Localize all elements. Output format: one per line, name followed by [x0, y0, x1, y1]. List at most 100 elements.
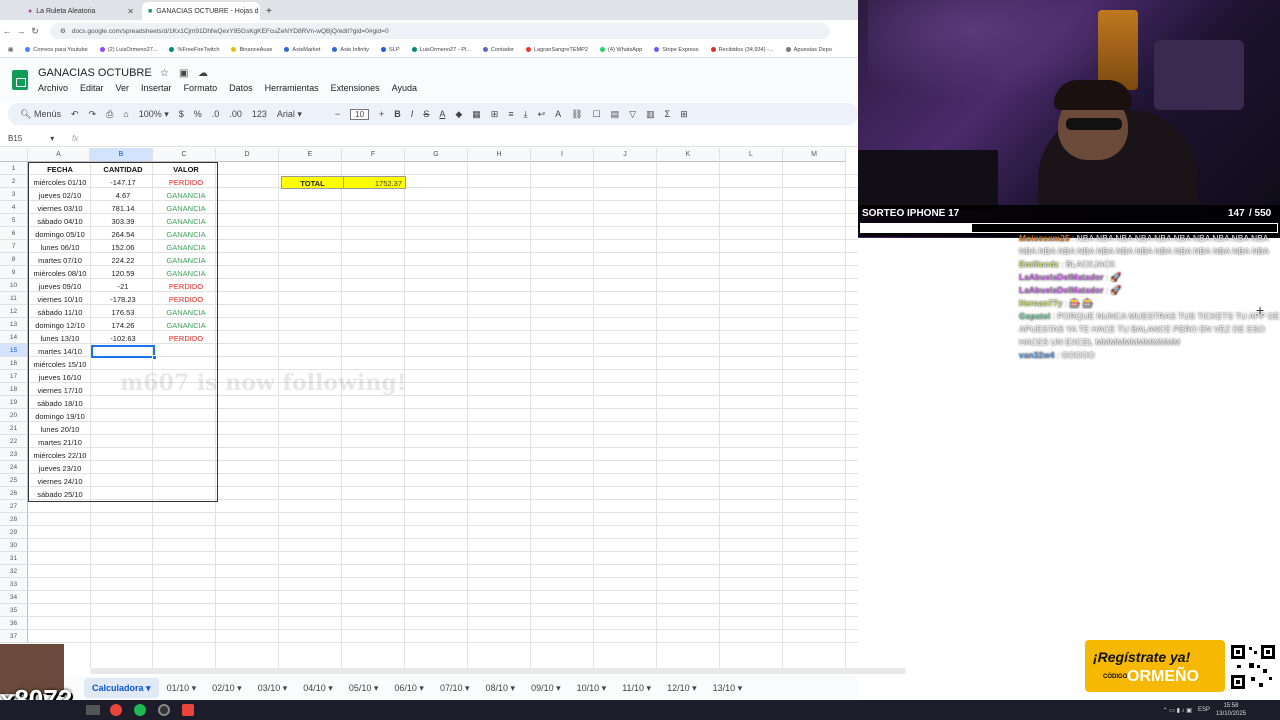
date-cell[interactable]: martes 14/10: [29, 345, 91, 358]
close-tab-icon[interactable]: ✕: [127, 7, 134, 16]
chevron-down-icon[interactable]: ▾: [189, 683, 197, 693]
back-icon[interactable]: ←: [0, 26, 14, 36]
insert-link-icon[interactable]: ⛓: [571, 109, 582, 120]
row-header[interactable]: 10: [0, 279, 28, 292]
row-header[interactable]: 32: [0, 565, 28, 578]
date-cell[interactable]: domingo 19/10: [29, 410, 91, 423]
chat-username[interactable]: LaAbuelaDelMatador: [1019, 285, 1104, 295]
chevron-down-icon[interactable]: ▾: [235, 683, 242, 693]
header-fecha[interactable]: FECHA: [29, 163, 91, 176]
font-select[interactable]: Arial ▾: [277, 109, 325, 120]
column-header-d[interactable]: D: [216, 148, 279, 162]
search-menus[interactable]: 🔍︎ Menús: [20, 109, 61, 120]
horizontal-align-icon[interactable]: ≡: [508, 109, 513, 119]
sheet-tab[interactable]: 13/10 ▾: [705, 678, 751, 698]
formula-input[interactable]: [78, 132, 858, 146]
column-header-c[interactable]: C: [153, 148, 216, 162]
bookmark[interactable]: %FreeFireTwitch: [169, 47, 219, 53]
date-cell[interactable]: viernes 17/10: [29, 384, 91, 397]
row-header[interactable]: 8: [0, 253, 28, 266]
column-header-e[interactable]: E: [279, 148, 342, 162]
row-header[interactable]: 24: [0, 461, 28, 474]
add-icon[interactable]: +: [1256, 302, 1264, 318]
chevron-down-icon[interactable]: ▾: [371, 683, 379, 693]
row-header[interactable]: 21: [0, 422, 28, 435]
date-cell[interactable]: miércoles 01/10: [29, 176, 91, 189]
menu-editar[interactable]: Editar: [80, 83, 104, 93]
date-cell[interactable]: martes 21/10: [29, 436, 91, 449]
column-header-k[interactable]: K: [657, 148, 720, 162]
amount-cell[interactable]: [92, 436, 154, 449]
url-field[interactable]: ⚙ docs.google.com/spreadsheets/d/1Kx1Cjm…: [50, 23, 830, 39]
status-cell[interactable]: GANANCIA: [155, 241, 217, 254]
chevron-down-icon[interactable]: ▾: [644, 683, 652, 693]
text-color-icon[interactable]: A: [439, 109, 445, 119]
chevron-down-icon[interactable]: ▾: [462, 683, 470, 693]
status-cell[interactable]: PERDIDO: [155, 332, 217, 345]
status-cell[interactable]: [155, 345, 217, 358]
column-header-i[interactable]: I: [531, 148, 594, 162]
status-cell[interactable]: [155, 410, 217, 423]
amount-cell[interactable]: 152.06: [92, 241, 154, 254]
bookmark[interactable]: Stripe Express: [654, 47, 699, 53]
chat-username[interactable]: Hernan77y: [1019, 298, 1062, 308]
header-valor[interactable]: VALOR: [155, 163, 217, 176]
horizontal-scrollbar[interactable]: [90, 668, 906, 674]
row-header[interactable]: 9: [0, 266, 28, 279]
italic-icon[interactable]: I: [411, 109, 414, 119]
row-header[interactable]: 28: [0, 513, 28, 526]
sheet-tab[interactable]: 05/10 ▾: [341, 678, 387, 698]
redo-icon[interactable]: ↷: [89, 109, 97, 120]
row-header[interactable]: 13: [0, 318, 28, 331]
date-cell[interactable]: sábado 04/10: [29, 215, 91, 228]
column-header-m[interactable]: M: [783, 148, 846, 162]
date-cell[interactable]: miércoles 22/10: [29, 449, 91, 462]
tray-icons[interactable]: ⌃ ▭ ▮ ♪ ▣: [1163, 707, 1192, 714]
amount-cell[interactable]: [92, 423, 154, 436]
chat-username[interactable]: LaAbuelaDelMatador: [1019, 272, 1104, 282]
sheet-tab[interactable]: 12/10 ▾: [659, 678, 705, 698]
amount-cell[interactable]: [92, 410, 154, 423]
select-all-corner[interactable]: [0, 148, 28, 162]
status-cell[interactable]: GANANCIA: [155, 254, 217, 267]
chevron-down-icon[interactable]: ▾: [690, 683, 697, 693]
date-cell[interactable]: miércoles 08/10: [29, 267, 91, 280]
selected-cell-b15[interactable]: [91, 345, 155, 358]
date-cell[interactable]: jueves 02/10: [29, 189, 91, 202]
row-header[interactable]: 30: [0, 539, 28, 552]
apps-icon[interactable]: ▦: [8, 47, 13, 53]
amount-cell[interactable]: 174.26: [92, 319, 154, 332]
font-size-input[interactable]: 10: [350, 108, 370, 120]
browser-tab-active[interactable]: ■ GANACIAS OCTUBRE - Hojas d ✕: [142, 2, 260, 20]
language-indicator[interactable]: ESP: [1198, 707, 1210, 713]
menu-insertar[interactable]: Insertar: [141, 83, 172, 93]
date-cell[interactable]: jueves 16/10: [29, 371, 91, 384]
amount-cell[interactable]: 264.54: [92, 228, 154, 241]
amount-cell[interactable]: 781.14: [92, 202, 154, 215]
decrease-decimal-button[interactable]: .0: [212, 109, 220, 119]
menu-ver[interactable]: Ver: [116, 83, 130, 93]
status-cell[interactable]: GANANCIA: [155, 228, 217, 241]
chrome-icon[interactable]: [110, 704, 122, 716]
reload-icon[interactable]: ↻: [28, 26, 42, 37]
date-cell[interactable]: sábado 11/10: [29, 306, 91, 319]
status-cell[interactable]: GANANCIA: [155, 202, 217, 215]
chevron-down-icon[interactable]: ▾: [417, 683, 424, 693]
undo-icon[interactable]: ↶: [71, 109, 79, 120]
font-size-increase-icon[interactable]: +: [379, 109, 384, 119]
amount-cell[interactable]: -102.63: [92, 332, 154, 345]
sheet-tab[interactable]: 04/10 ▾: [295, 678, 341, 698]
increase-decimal-button[interactable]: .00: [229, 109, 242, 119]
row-header[interactable]: 5: [0, 214, 28, 227]
spreadsheet-grid[interactable]: ABCDEFGHIJKLM 1 2 3 4 5 6 7 8 9 10 11 12 13 14 15 16 17 1…: [0, 148, 858, 668]
row-header[interactable]: 23: [0, 448, 28, 461]
amount-cell[interactable]: 176.53: [92, 306, 154, 319]
status-cell[interactable]: GANANCIA: [155, 319, 217, 332]
menu-ayuda[interactable]: Ayuda: [392, 83, 417, 93]
total-label-cell[interactable]: TOTAL: [281, 176, 344, 189]
vertical-align-icon[interactable]: ⤓: [524, 109, 528, 120]
status-cell[interactable]: [155, 436, 217, 449]
date-cell[interactable]: lunes 06/10: [29, 241, 91, 254]
chevron-down-icon[interactable]: ▾: [599, 683, 607, 693]
row-header[interactable]: 2: [0, 175, 28, 188]
